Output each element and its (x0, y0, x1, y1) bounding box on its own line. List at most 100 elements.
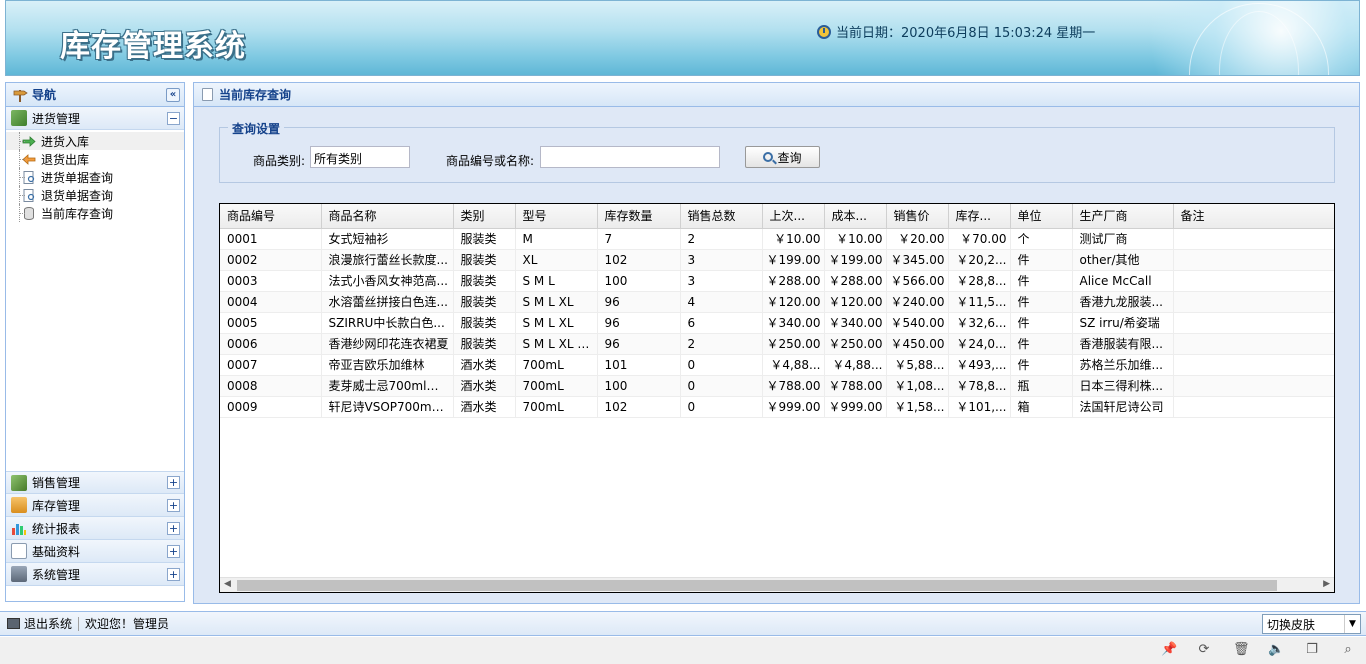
pin-icon[interactable]: 📌 (1161, 643, 1177, 657)
tree-item-purchase-doc-query[interactable]: 进货单据查询 (6, 168, 184, 186)
table-cell (1173, 396, 1334, 418)
refresh-icon[interactable]: ⟳ (1197, 643, 1211, 657)
table-cell: ￥250.00 (762, 333, 825, 355)
table-cell: ￥340.00 (762, 312, 825, 334)
table-cell: 服装类 (453, 228, 516, 250)
collapse-panel-button[interactable]: « (166, 87, 180, 102)
table-cell: S M L XL 2... (515, 333, 598, 355)
app-title: 库存管理系统 (60, 29, 246, 64)
column-header[interactable]: 生产厂商 (1072, 204, 1174, 229)
table-cell: ￥10.00 (824, 228, 887, 250)
nav-group-sales[interactable]: 销售管理 + (6, 471, 184, 494)
grid-header-row: 商品编号 商品名称 类别 型号 库存数量 销售总数 上次... 成本... 销售… (220, 204, 1334, 229)
scroll-left-icon[interactable]: ◀ (224, 579, 231, 589)
table-row[interactable]: 0004 水溶蕾丝拼接白色连... 服装类 S M L XL 96 4 ￥120.00 ￥12… (220, 291, 1334, 313)
main-panel: 当前库存查询 查询设置 商品类别: 所有类别 商品编号或名称: 查询 商品编号 … (193, 82, 1360, 604)
bar-chart-icon (11, 520, 27, 536)
tree-item-purchase-in[interactable]: 进货入库 (6, 132, 184, 150)
trash-icon[interactable]: 🗑 (1233, 643, 1250, 657)
table-cell: 香港纱网印花连衣裙夏 (321, 333, 454, 355)
horizontal-scrollbar[interactable]: ◀ ▶ (220, 577, 1334, 592)
nav-group-system[interactable]: 系统管理 + (6, 563, 184, 586)
logout-link[interactable]: 退出系统 (24, 615, 72, 632)
nav-group-reports[interactable]: 统计报表 + (6, 517, 184, 540)
column-header[interactable]: 上次... (762, 204, 825, 229)
search-icon (763, 152, 774, 162)
column-header[interactable]: 商品编号 (220, 204, 322, 229)
column-header[interactable]: 型号 (515, 204, 598, 229)
table-cell: 0002 (220, 249, 322, 271)
table-cell: 3 (680, 270, 763, 292)
table-cell (1173, 249, 1334, 271)
expand-group-icon[interactable]: + (167, 498, 180, 512)
table-cell: 2 (680, 333, 763, 355)
scroll-right-icon[interactable]: ▶ (1323, 579, 1330, 589)
expand-group-icon[interactable]: + (167, 476, 180, 489)
table-row[interactable]: 0009 轩尼诗VSOP700mL... 酒水类 700mL 102 0 ￥999.00 ￥9… (220, 396, 1334, 418)
table-cell: 轩尼诗VSOP700mL... (321, 396, 454, 418)
table-cell: ￥340.00 (824, 312, 887, 334)
column-header[interactable]: 销售总数 (680, 204, 763, 229)
table-row[interactable]: 0008 麦芽威士忌700ml日... 酒水类 700mL 100 0 ￥788.00 ￥78… (220, 375, 1334, 397)
table-cell: 0 (680, 375, 763, 397)
table-cell: 700mL (515, 354, 598, 376)
query-settings-legend: 查询设置 (228, 120, 285, 137)
column-header[interactable]: 类别 (453, 204, 516, 229)
nav-group-purchase[interactable]: 进货管理 − (6, 107, 184, 130)
stock-grid: 商品编号 商品名称 类别 型号 库存数量 销售总数 上次... 成本... 销售… (219, 203, 1335, 593)
table-row[interactable]: 0007 帝亚吉欧乐加维林 酒水类 700mL 101 0 ￥4,88... ￥4,88...… (220, 354, 1334, 376)
tree-item-current-stock-query[interactable]: 当前库存查询 (6, 204, 184, 222)
column-header[interactable]: 库存数量 (597, 204, 681, 229)
collapse-group-icon[interactable]: − (167, 111, 180, 125)
table-cell: 4 (680, 291, 763, 313)
table-row[interactable]: 0003 法式小香风女神范高... 服装类 S M L 100 3 ￥288.00 ￥288.… (220, 270, 1334, 292)
table-cell: ￥199.00 (762, 249, 825, 271)
column-header[interactable]: 成本... (824, 204, 887, 229)
column-header[interactable]: 单位 (1010, 204, 1073, 229)
keyword-input[interactable] (540, 146, 720, 168)
nav-group-label: 进货管理 (32, 111, 81, 126)
table-cell: ￥288.00 (824, 270, 887, 292)
table-cell: 0008 (220, 375, 322, 397)
search-icon[interactable]: ⌕ (1341, 643, 1355, 657)
table-cell: 96 (597, 312, 681, 334)
table-cell (1173, 375, 1334, 397)
table-row[interactable]: 0006 香港纱网印花连衣裙夏 服装类 S M L XL 2... 96 2 ￥250.00… (220, 333, 1334, 355)
category-select[interactable]: 所有类别 (310, 146, 410, 168)
column-header[interactable]: 备注 (1173, 204, 1334, 229)
table-cell: other/其他 (1072, 249, 1174, 271)
table-cell: ￥5,88... (886, 354, 949, 376)
nav-group-inventory[interactable]: 库存管理 + (6, 494, 184, 517)
system-tray: 📌 ⟳ 🗑 🔈 ❐ ⌕ (0, 637, 1366, 664)
column-header[interactable]: 库存... (948, 204, 1011, 229)
table-cell: ￥20.00 (886, 228, 949, 250)
expand-group-icon[interactable]: + (167, 567, 180, 581)
page-title: 当前库存查询 (219, 88, 292, 102)
table-row[interactable]: 0002 浪漫旅行蕾丝长款度... 服装类 XL 102 3 ￥199.00 ￥199.00 ￥… (220, 249, 1334, 271)
nav-group-basic-data[interactable]: 基础资料 + (6, 540, 184, 563)
table-cell: S M L (515, 270, 598, 292)
speaker-icon[interactable]: 🔈 (1268, 643, 1284, 657)
table-cell: 麦芽威士忌700ml日... (321, 375, 454, 397)
table-cell: 瓶 (1010, 375, 1073, 397)
table-cell: 服装类 (453, 291, 516, 313)
query-button[interactable]: 查询 (745, 146, 820, 168)
window-icon[interactable]: ❐ (1305, 643, 1319, 657)
tree-item-purchase-return[interactable]: 退货出库 (6, 150, 184, 168)
scrollbar-thumb[interactable] (237, 580, 1277, 591)
table-cell: 0 (680, 354, 763, 376)
table-cell: ￥345.00 (886, 249, 949, 271)
table-row[interactable]: 0001 女式短袖衫 服装类 M 7 2 ￥10.00 ￥10.00 ￥20.00 ￥70.00 个… (220, 228, 1334, 250)
table-cell: 0004 (220, 291, 322, 313)
table-cell: 法式小香风女神范高... (321, 270, 454, 292)
table-cell: SZ irru/希姿瑞 (1072, 312, 1174, 334)
tree-item-return-doc-query[interactable]: 退货单据查询 (6, 186, 184, 204)
column-header[interactable]: 商品名称 (321, 204, 454, 229)
table-cell: M (515, 228, 598, 250)
table-cell: ￥493,... (948, 354, 1011, 376)
column-header[interactable]: 销售价 (886, 204, 949, 229)
table-row[interactable]: 0005 SZIRRU中长款白色... 服装类 S M L XL 96 6 ￥340.00 ￥… (220, 312, 1334, 334)
skin-select[interactable]: 切换皮肤 ▼ (1262, 614, 1361, 634)
expand-group-icon[interactable]: + (167, 544, 180, 558)
expand-group-icon[interactable]: + (167, 521, 180, 535)
